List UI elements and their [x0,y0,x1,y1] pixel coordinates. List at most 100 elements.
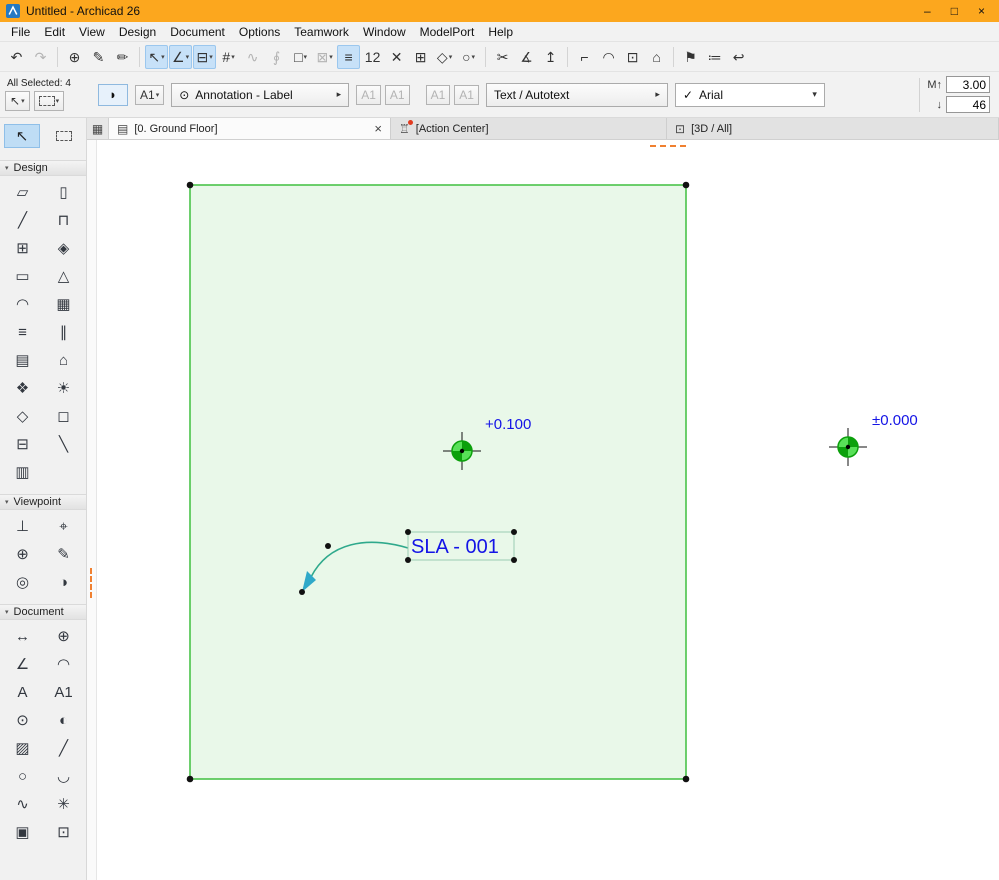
minimize-button[interactable]: – [924,4,931,18]
dropdown-caret-icon[interactable]: ▾ [156,91,160,99]
door-tool-button[interactable]: ⊓ [43,206,84,234]
suspend-groups-button[interactable]: ✕ [385,45,408,69]
stair-tool-button[interactable]: ≡ [2,318,43,346]
dropdown-caret-icon[interactable]: ▾ [329,53,333,61]
expand-right-icon[interactable]: ▸ [337,89,342,100]
spline-tool-button[interactable]: ∿ [2,790,43,818]
text-autotext-combo[interactable]: Text / Autotext ▸ [485,82,668,107]
redo-button[interactable]: ↷ [29,45,52,69]
menu-window[interactable]: Window [356,23,413,41]
flag-button[interactable]: ⚑ [679,45,702,69]
section-tool-button[interactable]: ⊥ [2,512,43,540]
label-handle[interactable] [511,529,517,535]
menu-file[interactable]: File [4,23,37,41]
leader-end-handle[interactable] [299,589,305,595]
arrow-tool-button[interactable]: ↖ [4,124,40,148]
font-combo[interactable]: ✓ Arial ▾ [674,82,825,107]
maximize-button[interactable]: □ [951,4,958,18]
inject-parameters-button[interactable]: ✏ [111,45,134,69]
resize-button[interactable]: ⊡ [621,45,644,69]
combo-arrow-icon[interactable]: ▾ [812,89,817,100]
section-viewpoint-header[interactable]: ▾ Viewpoint [0,494,86,510]
trim-button[interactable]: ⌐ [573,45,596,69]
zone-tool-button[interactable]: ⌂ [43,346,84,374]
snap-guides-button[interactable]: ⊟ ▾ [193,44,217,69]
tab-3[interactable]: ⊡ [3D / All] [667,118,999,139]
floor-plan-canvas[interactable]: +0.100 ±0.000 SLA - 001 [97,140,999,880]
elevation-tool-button[interactable]: ⌖ [43,512,84,540]
gravity-button[interactable]: ∿ [241,45,264,69]
text-size-field[interactable] [946,96,990,113]
dropdown-caret-icon[interactable]: ▾ [231,53,235,61]
lamp-tool-button[interactable]: ☀ [43,374,84,402]
tab-2[interactable]: ♖ [Action Center] [391,118,667,139]
leader-bend-handle[interactable] [325,543,331,549]
magnet-button[interactable]: ∮ [265,45,288,69]
window-tool-button[interactable]: ⊞ [2,234,43,262]
navigator-popup-button[interactable]: ▦ [87,118,109,139]
text-tool-button[interactable]: A [2,678,43,706]
drawing-tool-button[interactable]: ⊡ [43,818,84,846]
level-value-2[interactable]: ±0.000 [872,412,918,429]
menu-modelport[interactable]: ModelPort [413,23,482,41]
expand-right-icon[interactable]: ▸ [655,89,660,100]
pick-up-parameters-button[interactable]: ✎ [87,45,110,69]
dropdown-caret-icon[interactable]: ▾ [304,53,308,61]
section-document-header[interactable]: ▾ Document [0,604,86,620]
railing-tool-button[interactable]: ∥ [43,318,84,346]
menu-help[interactable]: Help [481,23,520,41]
panel-splitter[interactable] [87,140,97,880]
hotspot-tool-button[interactable]: ✳ [43,790,84,818]
label-handle[interactable] [405,557,411,563]
guide-lines-button[interactable]: ∠ ▾ [169,44,193,69]
marker-tool-button[interactable]: ◐ [43,706,84,734]
curtain-wall-tool-button[interactable]: ▤ [2,346,43,374]
level-dimension-tool-button[interactable]: ⊕ [43,622,84,650]
wall-tool-button[interactable]: ▱ [2,178,43,206]
slab-element[interactable] [189,184,687,780]
dropdown-caret-icon[interactable]: ▾ [449,53,453,61]
menu-document[interactable]: Document [163,23,232,41]
dropdown-caret-icon[interactable]: ▾ [209,53,213,61]
undo-button[interactable]: ↶ [5,45,28,69]
interior-elevation-tool-button[interactable]: ⊕ [2,540,43,568]
column-tool-button[interactable]: ▯ [43,178,84,206]
dropdown-caret-icon[interactable]: ▾ [21,97,25,105]
tab-1[interactable]: ▤ [0. Ground Floor] × [109,118,391,139]
slab-corner-handle[interactable] [682,181,690,189]
splitter-handle-icon[interactable] [90,568,92,598]
close-tab-button[interactable]: × [374,121,382,136]
detail-tool-button[interactable]: ◎ [2,568,43,596]
current-tool-button[interactable]: ◗ [98,83,128,106]
text-label-button[interactable]: A1 [384,84,410,105]
renovation-filter-button[interactable]: ◇ ▾ [433,45,456,69]
slab-corner-handle[interactable] [186,775,194,783]
roof-tool-button[interactable]: △ [43,262,84,290]
3d-document-tool-button[interactable]: ◑ [43,568,84,596]
section-design-header[interactable]: ▾ Design [0,160,86,176]
skylight-tool-button[interactable]: ◈ [43,234,84,262]
fit-in-window-button[interactable]: ⌂ [645,45,668,69]
pointer-on-button[interactable]: A1 [425,84,451,105]
lock-button[interactable]: ⊠ ▾ [313,45,336,69]
figure-tool-button[interactable]: ▣ [2,818,43,846]
end-wall-tool-button[interactable]: ╲ [43,430,84,458]
object-tool-button[interactable]: ❖ [2,374,43,402]
camera-tool-button[interactable]: ⊙ [2,706,43,734]
dropdown-caret-icon[interactable]: ▾ [56,97,60,105]
marquee-options-button[interactable]: □ ▾ [289,45,312,69]
label-style-button[interactable]: A1 ▾ [135,84,165,105]
circle-tool-button[interactable]: ○ [2,762,43,790]
arc-tool-button[interactable]: ◡ [43,762,84,790]
slab-corner-handle[interactable] [682,775,690,783]
angle-dimension-tool-button[interactable]: ∠ [2,650,43,678]
mesh-tool-button[interactable]: ▦ [43,290,84,318]
go-back-button[interactable]: ↩ [727,45,750,69]
snap-grid-button[interactable]: # ▾ [217,45,240,69]
arrow-preset-button[interactable]: ↖ ▾ [5,91,30,111]
worksheet-tool-button[interactable]: ✎ [43,540,84,568]
text-height-field[interactable] [946,76,990,93]
marquee-tool-button[interactable] [46,124,82,148]
fill-tool-button[interactable]: ▨ [2,734,43,762]
split-button[interactable]: ✂ [491,45,514,69]
